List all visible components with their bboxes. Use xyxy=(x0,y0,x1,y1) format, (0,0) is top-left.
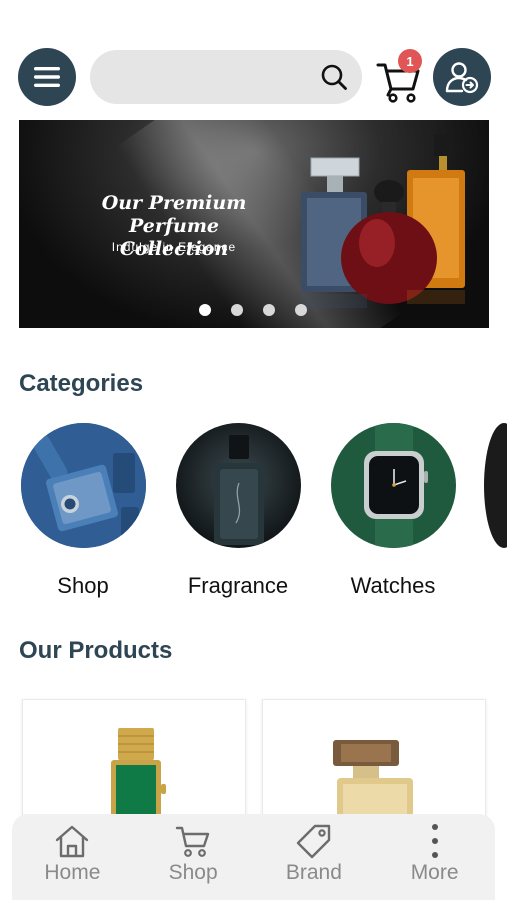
home-icon xyxy=(56,825,89,858)
perfume-bottles-image xyxy=(301,134,465,308)
nav-home[interactable]: Home xyxy=(22,822,122,885)
more-vertical-icon xyxy=(431,824,438,858)
categories-title: Categories xyxy=(19,370,144,397)
nav-home-label: Home xyxy=(44,861,101,884)
hamburger-menu-icon xyxy=(34,67,60,87)
category-label: Shop xyxy=(57,573,109,598)
products-title: Our Products xyxy=(19,637,173,664)
carousel-dot[interactable] xyxy=(295,304,307,316)
nav-brand[interactable]: Brand xyxy=(264,822,364,885)
category-label: Watches xyxy=(350,573,436,598)
category-watches-image xyxy=(330,423,456,548)
carousel-dot[interactable] xyxy=(199,304,211,316)
cart-icon xyxy=(175,826,210,857)
nav-more-label: More xyxy=(410,861,459,884)
nav-shop-label: Shop xyxy=(168,861,218,884)
promo-banner[interactable]: Our Premium Perfume Collection Indulge i… xyxy=(19,120,489,328)
search-bar[interactable] xyxy=(90,50,362,104)
bottom-navigation: Home Shop Brand More xyxy=(12,814,495,900)
carousel-dot[interactable] xyxy=(231,304,243,316)
cart-badge: 1 xyxy=(398,49,422,73)
account-button[interactable] xyxy=(433,48,491,106)
menu-button[interactable] xyxy=(18,48,76,106)
category-next-partial[interactable] xyxy=(484,423,507,548)
banner-subtitle: Indulge in Elegance xyxy=(111,240,237,254)
nav-brand-label: Brand xyxy=(285,861,342,884)
category-watches[interactable]: Watches xyxy=(329,423,457,599)
carousel-dot[interactable] xyxy=(263,304,275,316)
nav-shop[interactable]: Shop xyxy=(143,822,243,885)
category-shop-image xyxy=(20,423,146,548)
search-icon[interactable] xyxy=(320,63,348,91)
nav-more[interactable]: More xyxy=(385,822,485,885)
category-fragrance-image xyxy=(175,423,301,548)
user-account-icon xyxy=(445,62,479,94)
top-header: 1 xyxy=(18,47,491,107)
tag-icon xyxy=(296,824,331,859)
category-shop[interactable]: Shop xyxy=(19,423,147,599)
category-fragrance[interactable]: Fragrance xyxy=(174,423,302,599)
carousel-dots xyxy=(199,304,307,316)
search-input[interactable] xyxy=(108,50,308,104)
category-label: Fragrance xyxy=(187,573,289,598)
